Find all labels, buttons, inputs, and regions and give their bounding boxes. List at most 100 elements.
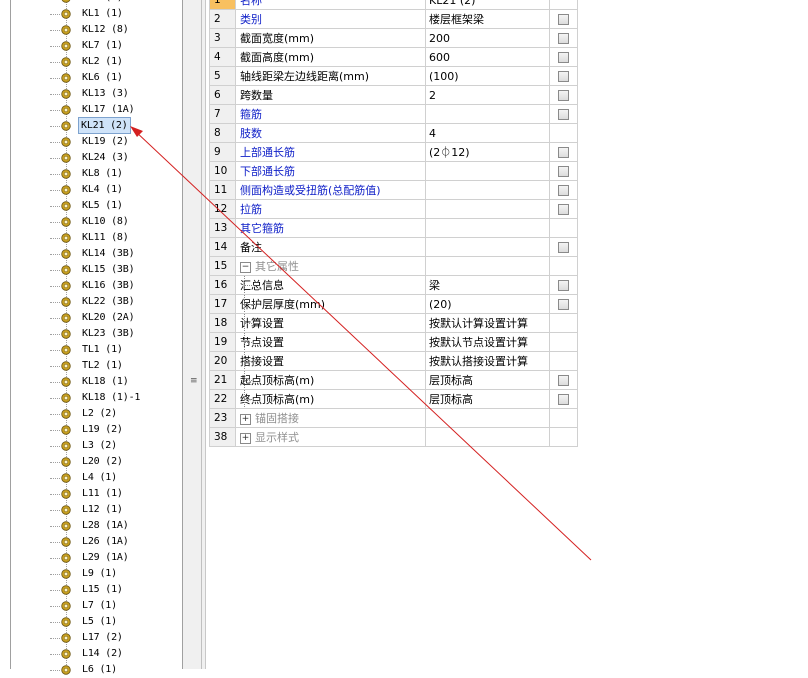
attach-checkbox[interactable] xyxy=(558,394,569,405)
property-name-cell: + 锚固搭接 xyxy=(235,408,426,428)
property-row[interactable]: 4 截面高度(mm) 600 xyxy=(209,47,578,67)
property-row[interactable]: 1 名称 KL21 (2) xyxy=(209,0,578,10)
property-row[interactable]: 9 上部通长筋 (2⏀12) xyxy=(209,142,578,162)
row-number: 5 xyxy=(209,66,236,86)
attach-checkbox[interactable] xyxy=(558,52,569,63)
tree-branch-line xyxy=(50,654,60,655)
property-row[interactable]: 15− 其它属性 xyxy=(209,256,578,276)
property-row[interactable]: 17 保护层厚度(mm) (20) xyxy=(209,294,578,314)
property-row[interactable]: 12 拉筋 xyxy=(209,199,578,219)
tree-item-label: L28 (1A) xyxy=(82,520,129,531)
property-row[interactable]: 3 截面宽度(mm) 200 xyxy=(209,28,578,48)
property-name-cell: 计算设置 xyxy=(235,313,426,333)
property-row[interactable]: 21 起点顶标高(m) 层顶标高 xyxy=(209,370,578,390)
property-row[interactable]: 13 其它箍筋 xyxy=(209,218,578,238)
property-value[interactable] xyxy=(425,237,550,257)
tree-branch-line xyxy=(50,494,60,495)
tree-border xyxy=(10,0,11,669)
property-value[interactable] xyxy=(425,408,550,428)
tree-item-label: L19 (2) xyxy=(82,424,123,435)
property-row[interactable]: 23 + 锚固搭接 xyxy=(209,408,578,428)
property-value[interactable]: (2⏀12) xyxy=(425,142,550,162)
property-value[interactable]: KL21 (2) xyxy=(425,0,550,10)
tree-item-label: KL22 (3B) xyxy=(82,296,135,307)
property-value[interactable]: 按默认搭接设置计算 xyxy=(425,351,550,371)
property-row[interactable]: 19 节点设置 按默认节点设置计算 xyxy=(209,332,578,352)
property-value[interactable]: (20) xyxy=(425,294,550,314)
tree-branch-line xyxy=(50,526,60,527)
attach-checkbox-cell xyxy=(549,28,578,48)
attach-checkbox[interactable] xyxy=(558,71,569,82)
attach-checkbox[interactable] xyxy=(558,14,569,25)
expand-icon[interactable]: + xyxy=(240,413,251,425)
property-name-cell: 侧面构造或受扭筋(总配筋值) xyxy=(235,180,426,200)
tree-item-label: L9 (1) xyxy=(82,568,117,579)
property-name-cell: 节点设置 xyxy=(235,332,426,352)
property-row[interactable]: 18 计算设置 按默认计算设置计算 xyxy=(209,313,578,333)
tree-item-label: KL1 (1) xyxy=(82,8,123,19)
property-value[interactable]: 楼层框架梁 xyxy=(425,9,550,29)
attach-checkbox[interactable] xyxy=(558,166,569,177)
attach-checkbox[interactable] xyxy=(558,109,569,120)
property-row[interactable]: 11 侧面构造或受扭筋(总配筋值) xyxy=(209,180,578,200)
property-value[interactable] xyxy=(425,104,550,124)
property-row[interactable]: 22 终点顶标高(m) 层顶标高 xyxy=(209,389,578,409)
property-row[interactable]: 5 轴线距梁左边线距离(mm) (100) xyxy=(209,66,578,86)
property-value[interactable]: 按默认计算设置计算 xyxy=(425,313,550,333)
row-number: 19 xyxy=(209,332,236,352)
attach-checkbox[interactable] xyxy=(558,242,569,253)
beam-component-icon xyxy=(61,521,71,531)
property-row[interactable]: 20 搭接设置 按默认搭接设置计算 xyxy=(209,351,578,371)
property-value[interactable] xyxy=(425,427,550,447)
property-value[interactable] xyxy=(425,199,550,219)
property-row[interactable]: 7 箍筋 xyxy=(209,104,578,124)
property-row[interactable]: 14 备注 xyxy=(209,237,578,257)
property-value[interactable] xyxy=(425,161,550,181)
beam-component-icon xyxy=(61,281,71,291)
property-name: 截面高度(mm) xyxy=(240,51,315,64)
collapse-icon[interactable]: − xyxy=(240,261,251,273)
row-number: 21 xyxy=(209,370,236,390)
property-row[interactable]: 2 类别 楼层框架梁 xyxy=(209,9,578,29)
attach-checkbox[interactable] xyxy=(558,280,569,291)
expand-icon[interactable]: + xyxy=(240,432,251,444)
property-value[interactable]: (100) xyxy=(425,66,550,86)
property-value[interactable]: 层顶标高 xyxy=(425,370,550,390)
property-value[interactable]: 600 xyxy=(425,47,550,67)
property-row[interactable]: 38 + 显示样式 xyxy=(209,427,578,447)
attach-checkbox[interactable] xyxy=(558,33,569,44)
property-value[interactable]: 200 xyxy=(425,28,550,48)
property-value[interactable]: 4 xyxy=(425,123,550,143)
property-value[interactable]: 2 xyxy=(425,85,550,105)
property-value[interactable] xyxy=(425,218,550,238)
tree-item-label: TL1 (1) xyxy=(82,344,123,355)
tree-branch-line xyxy=(50,366,60,367)
panel-splitter[interactable]: ≡ xyxy=(182,0,206,669)
property-name-cell: 截面高度(mm) xyxy=(235,47,426,67)
attach-checkbox[interactable] xyxy=(558,90,569,101)
property-row[interactable]: 10 下部通长筋 xyxy=(209,161,578,181)
tree-branch-line xyxy=(50,30,60,31)
property-value[interactable] xyxy=(425,180,550,200)
tree-item-label: KL8 (1) xyxy=(82,168,123,179)
beam-component-icon xyxy=(61,505,71,515)
row-number: 20 xyxy=(209,351,236,371)
tree-branch-line xyxy=(50,238,60,239)
attach-checkbox[interactable] xyxy=(558,375,569,386)
attach-checkbox[interactable] xyxy=(558,185,569,196)
tree-item-label: KL2 (1) xyxy=(82,56,123,67)
property-value[interactable]: 按默认节点设置计算 xyxy=(425,332,550,352)
tree-branch-line xyxy=(50,382,60,383)
beam-component-icon xyxy=(61,9,71,19)
attach-checkbox[interactable] xyxy=(558,299,569,310)
splitter-grip-icon[interactable]: ≡ xyxy=(190,376,198,386)
property-row[interactable]: 16 汇总信息梁 xyxy=(209,275,578,295)
attach-checkbox[interactable] xyxy=(558,204,569,215)
property-value[interactable] xyxy=(425,256,550,276)
attach-checkbox[interactable] xyxy=(558,147,569,158)
tree-item-label: TL2 (1) xyxy=(82,360,123,371)
property-row[interactable]: 8 肢数 4 xyxy=(209,123,578,143)
property-value[interactable]: 层顶标高 xyxy=(425,389,550,409)
property-value[interactable]: 梁 xyxy=(425,275,550,295)
property-row[interactable]: 6 跨数量 2 xyxy=(209,85,578,105)
